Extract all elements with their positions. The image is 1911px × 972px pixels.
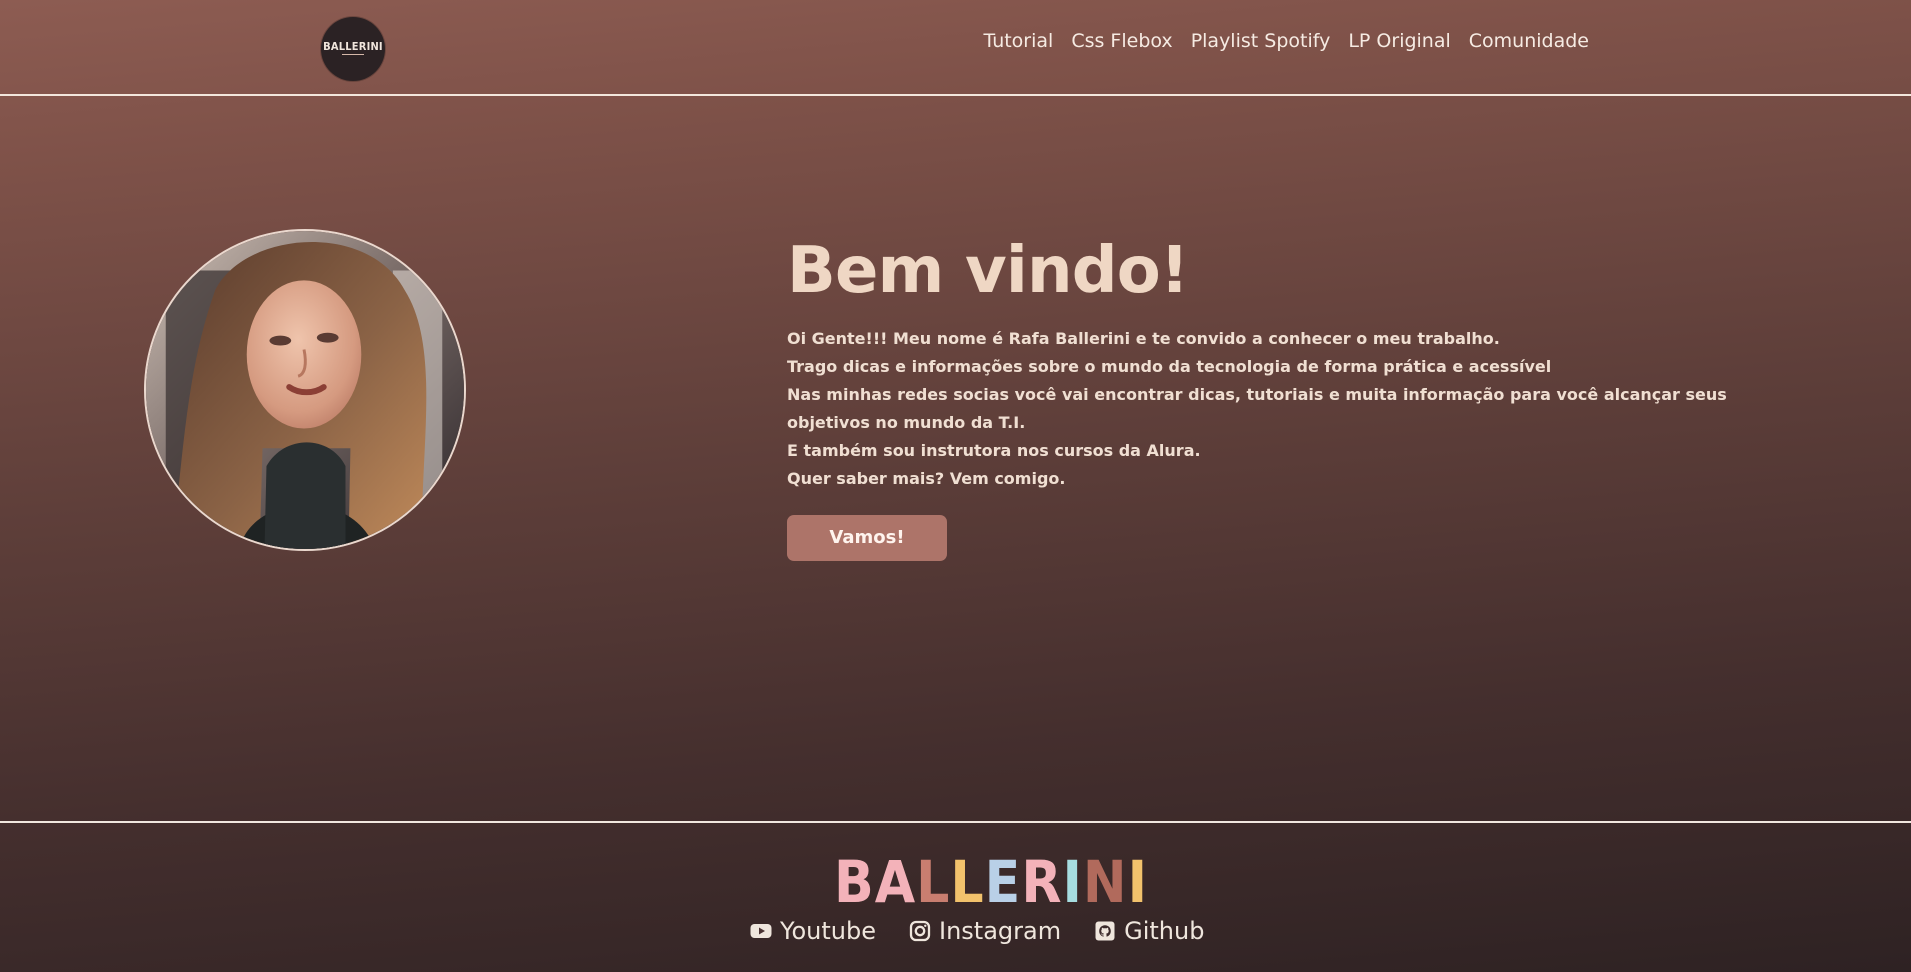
- nav-link-playlist-spotify[interactable]: Playlist Spotify: [1191, 30, 1331, 52]
- github-icon: [1093, 919, 1117, 943]
- brand-letter: A: [874, 848, 917, 916]
- hero-line-1: Oi Gente!!! Meu nome é Rafa Ballerini e …: [787, 329, 1500, 348]
- nav-link-comunidade[interactable]: Comunidade: [1469, 30, 1589, 52]
- hero-line-3: Nas minhas redes socias você vai encontr…: [787, 385, 1727, 432]
- nav-link-css-flebox[interactable]: Css Flebox: [1071, 30, 1172, 52]
- site-footer: BALLERINI Youtube Instagram Github: [0, 821, 1911, 972]
- social-links: Youtube Instagram Github: [749, 917, 1204, 945]
- profile-photo-image: [146, 231, 464, 549]
- youtube-link[interactable]: Youtube: [749, 917, 876, 945]
- logo-flourish-icon: [342, 53, 364, 59]
- instagram-link[interactable]: Instagram: [908, 917, 1061, 945]
- brand-letter: N: [1082, 848, 1128, 916]
- brand-letter: L: [916, 848, 951, 916]
- hero-description: Oi Gente!!! Meu nome é Rafa Ballerini e …: [787, 325, 1787, 493]
- instagram-label: Instagram: [939, 917, 1062, 945]
- main-navigation: Tutorial Css Flebox Playlist Spotify LP …: [983, 30, 1589, 52]
- brand-letter: I: [1062, 848, 1083, 916]
- hero-section: Bem vindo! Oi Gente!!! Meu nome é Rafa B…: [787, 230, 1787, 493]
- nav-link-tutorial[interactable]: Tutorial: [983, 30, 1053, 52]
- hero-title: Bem vindo!: [787, 234, 1189, 308]
- youtube-icon: [749, 919, 773, 943]
- footer-brand: BALLERINI: [834, 853, 1148, 911]
- vamos-button[interactable]: Vamos!: [787, 515, 947, 561]
- github-label: Github: [1124, 917, 1205, 945]
- profile-photo: [144, 229, 466, 551]
- youtube-label: Youtube: [780, 917, 876, 945]
- logo-text: BALLERINI: [323, 39, 383, 53]
- github-link[interactable]: Github: [1093, 917, 1204, 945]
- site-header: BALLERINI Tutorial Css Flebox Playlist S…: [0, 0, 1911, 96]
- hero-line-4: E também sou instrutora nos cursos da Al…: [787, 441, 1201, 460]
- brand-letter: B: [834, 848, 875, 916]
- hero-line-2: Trago dicas e informações sobre o mundo …: [787, 357, 1552, 376]
- instagram-icon: [908, 919, 932, 943]
- hero-line-5: Quer saber mais? Vem comigo.: [787, 469, 1066, 488]
- logo[interactable]: BALLERINI: [321, 17, 385, 81]
- brand-letter: L: [950, 848, 985, 916]
- nav-link-lp-original[interactable]: LP Original: [1348, 30, 1450, 52]
- brand-letter: E: [984, 848, 1022, 916]
- brand-letter: I: [1127, 848, 1148, 916]
- brand-letter: R: [1021, 848, 1063, 916]
